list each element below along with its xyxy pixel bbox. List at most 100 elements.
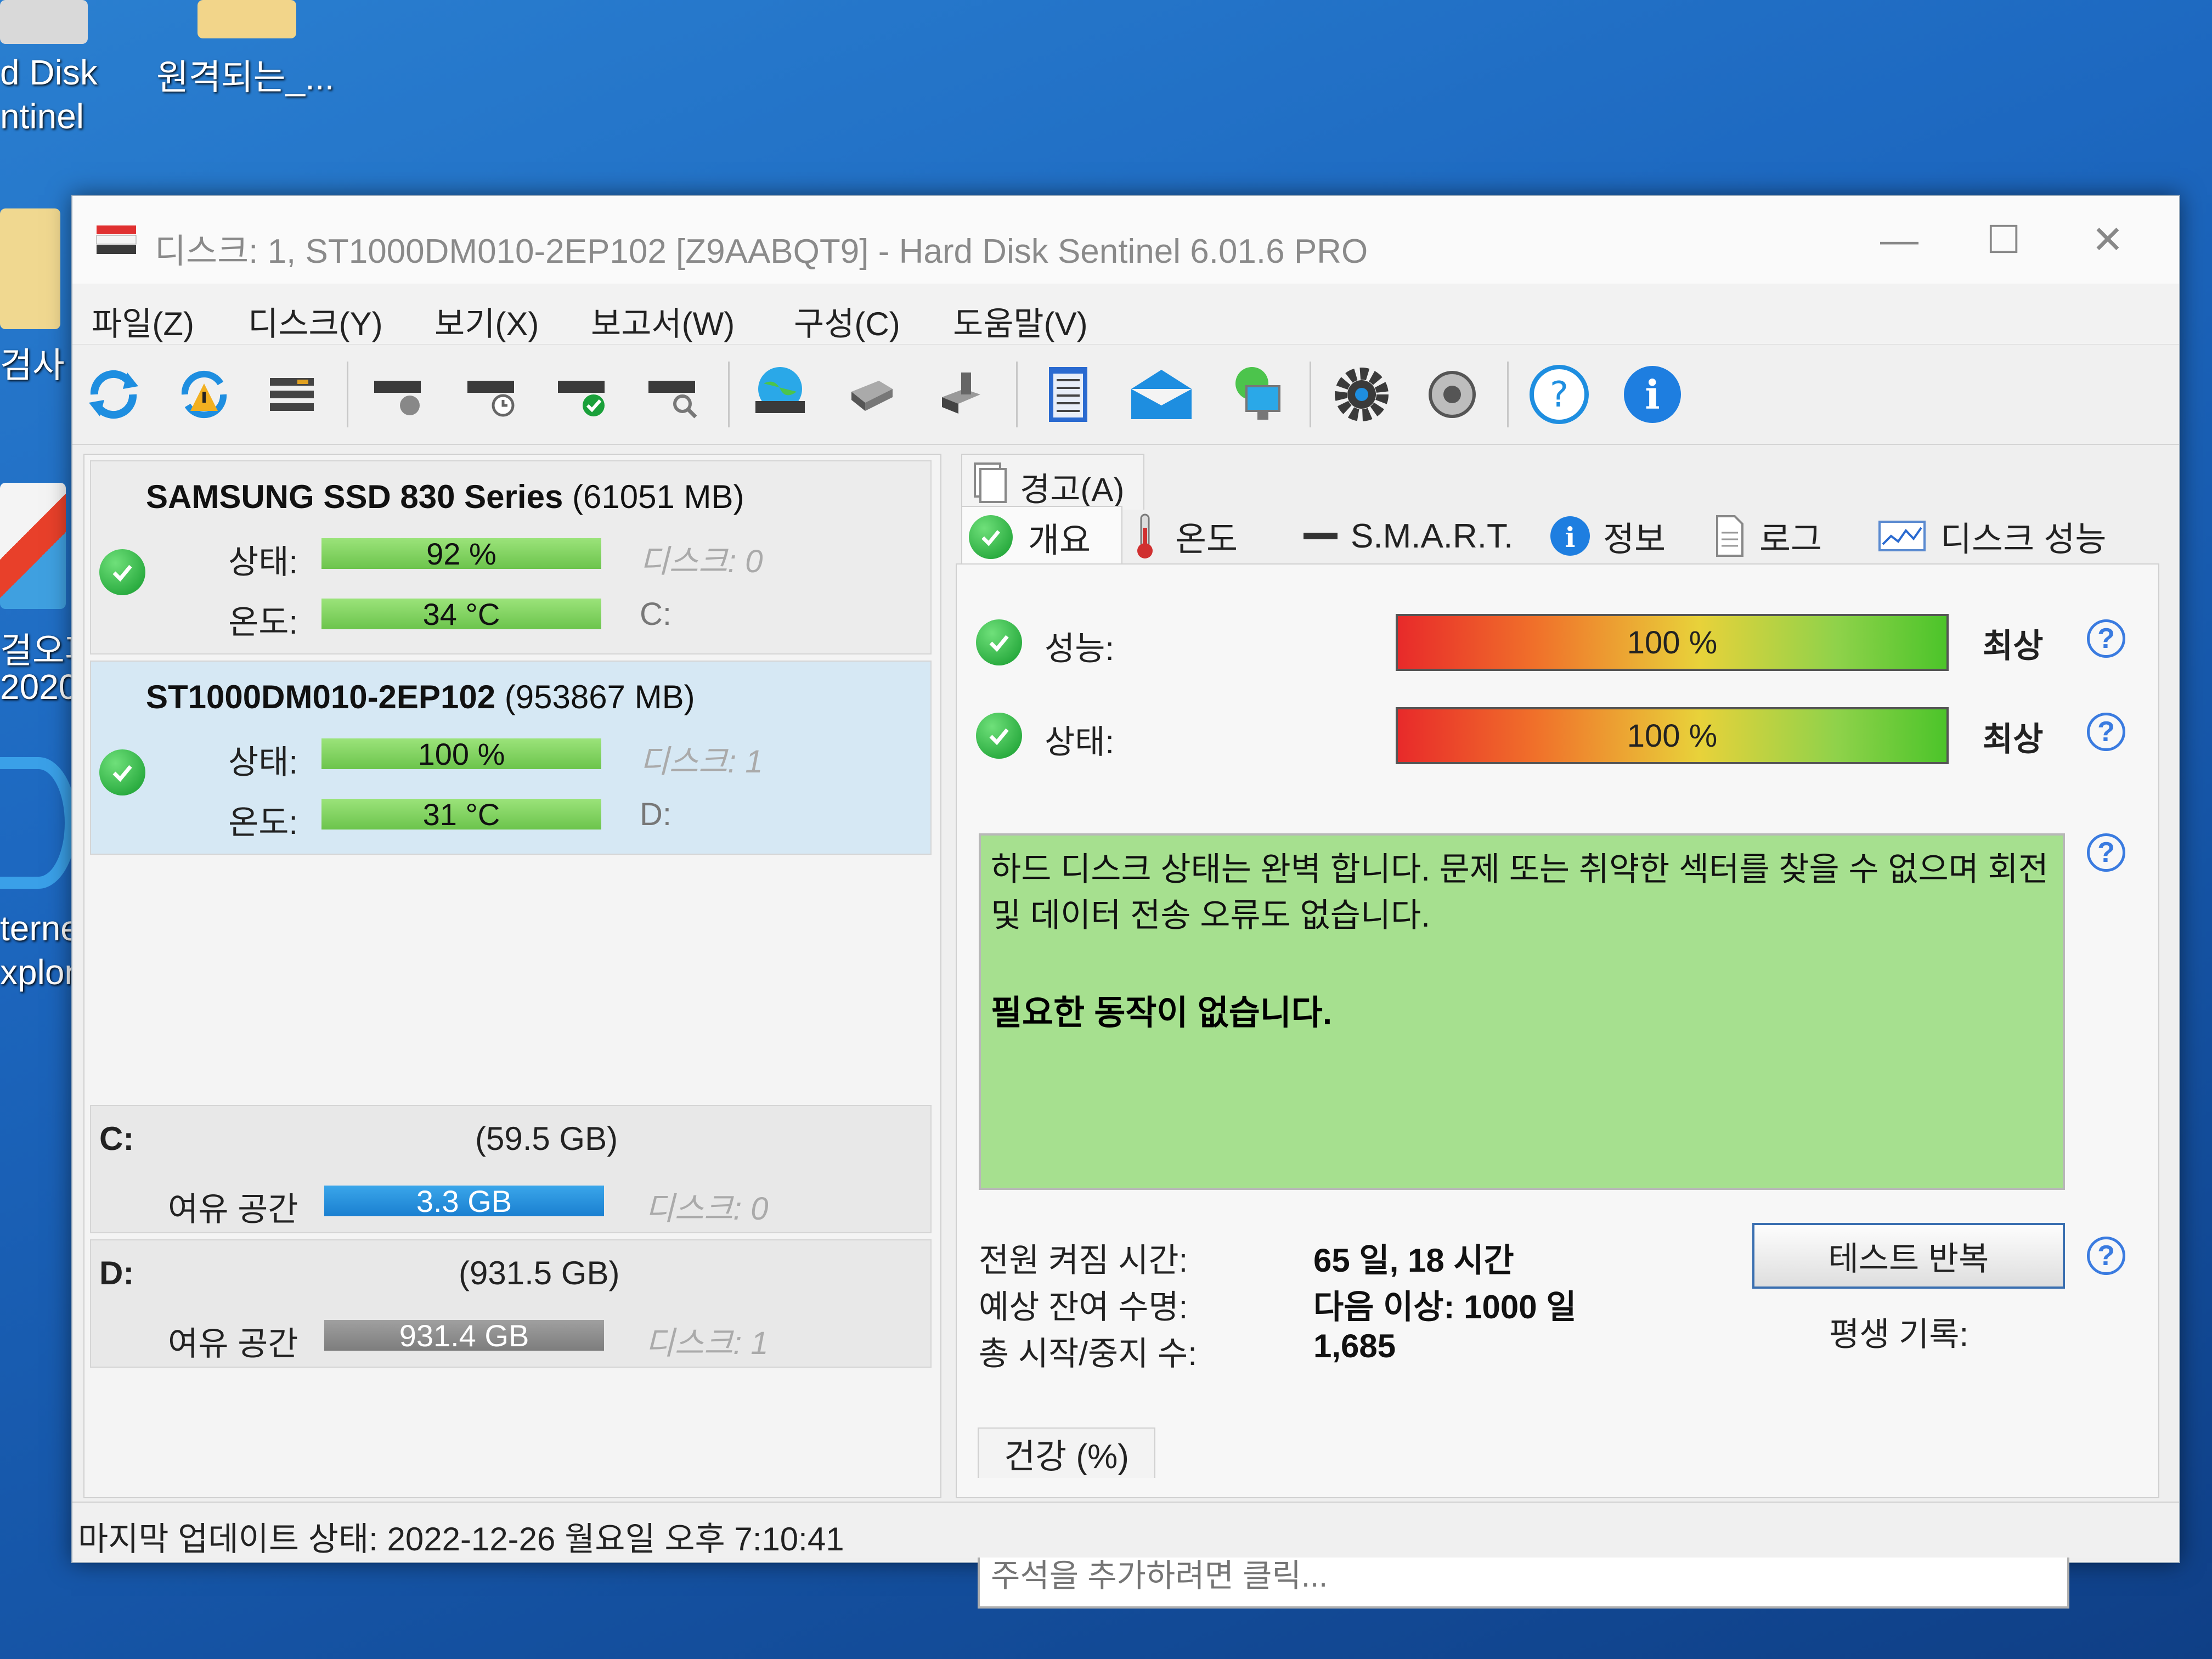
free-space-bar: 3.3 GB [324,1184,604,1218]
maximize-button[interactable]: ☐ [1954,207,2053,273]
sound-button[interactable] [1417,362,1488,427]
gear-icon [1335,368,1389,421]
warning-document-icon [974,462,1007,503]
disk-wrench-icon [374,381,421,415]
svg-text:?: ? [1550,375,1568,415]
desktop-icon-hds-label-2[interactable]: ntinel [0,96,84,137]
internet-explorer-icon[interactable] [0,757,77,889]
disk-size: (61051 MB) [572,478,744,515]
volume-letter: D: [99,1255,134,1291]
disk-card-1[interactable]: ST1000DM010-2EP102 (953867 MB) 상태: 100 %… [90,661,932,855]
tab-health-chart[interactable]: 건강 (%) [978,1427,1155,1478]
app-logo-icon [96,225,137,254]
menu-view[interactable]: 보기(X) [435,297,539,345]
desktop-icon-office-image[interactable] [0,483,66,609]
menu-report[interactable]: 보고서(W) [591,297,735,345]
email-report-button[interactable] [1126,362,1197,427]
desktop-icon-folder2-image[interactable] [0,208,60,329]
last-update-text: 마지막 업데이트 상태: 2022-12-26 월요일 오후 7:10:41 [78,1521,844,1558]
health-rating: 최상 [1983,721,2044,758]
close-button[interactable]: ✕ [2058,207,2157,273]
refresh-alert-button[interactable] [168,362,240,427]
tab-health-chart-label: 건강 (%) [1004,1438,1129,1476]
tab-warning[interactable]: 경고(A) [961,454,1144,510]
report-notepad-icon [1049,367,1087,422]
toolbar-separator [1507,362,1509,427]
status-description: 하드 디스크 상태는 완벽 합니다. 문제 또는 취약한 섹터를 찾을 수 없으… [991,851,2049,934]
health-bar: 100 % [1396,707,1949,764]
help-button[interactable]: ? [1523,362,1595,427]
menu-config[interactable]: 구성(C) [794,297,900,345]
about-button[interactable]: i [1617,362,1688,427]
status-help-icon[interactable]: ? [2087,833,2125,872]
health-help-icon[interactable]: ? [2087,713,2125,751]
tab-performance[interactable]: 디스크 성능 [1877,506,2152,566]
title-bar[interactable]: 디스크: 1, ST1000DM010-2EP102 [Z9AABQT9] - … [72,196,2179,284]
tab-overview[interactable]: 개요 [961,506,1122,567]
info-circle-icon: i [1550,516,1590,556]
refresh-button[interactable] [78,362,149,427]
tab-log[interactable]: 로그 [1713,506,1855,566]
disk-index-tag: 디스크: 0 [645,1191,769,1227]
network-disk-button[interactable] [744,362,816,427]
desktop-icon-remote-label[interactable]: 원격되는_... [156,49,334,100]
volume-card-c[interactable]: C: (59.5 GB) 여유 공간 3.3 GB 디스크: 0 [90,1105,932,1233]
desktop-icon-hds-label-1[interactable]: d Disk [0,52,98,93]
health-label: 상태: [1045,724,1115,760]
ok-check-icon [99,549,145,595]
desktop-icon-scan-label[interactable]: 검사 [0,337,65,388]
desktop-icon-hds-image[interactable] [0,0,88,44]
temperature-label: 온도: [228,604,298,641]
drive-letter: C: [640,596,672,632]
free-space-label: 여유 공간 [168,1191,298,1228]
usb-disk-button[interactable] [835,362,906,427]
toolbar-separator [1016,362,1018,427]
disk-schedule-button[interactable] [456,362,528,427]
report-button[interactable] [1032,362,1104,427]
tab-info[interactable]: i 정보 [1548,506,1691,566]
status-bar: 92 % [321,537,601,571]
volume-card-d[interactable]: D: (931.5 GB) 여유 공간 931.4 GB 디스크: 1 [90,1239,932,1368]
menu-disk[interactable]: 디스크(Y) [248,297,383,345]
desktop-icon-ie-label-1[interactable]: terne [0,908,80,949]
thermometer-icon [1137,514,1153,558]
repeat-test-button[interactable]: 테스트 반복 [1752,1223,2065,1289]
menu-file[interactable]: 파일(Z) [92,297,194,345]
disk-ok-button[interactable] [547,362,618,427]
window-title: 디스크: 1, ST1000DM010-2EP102 [Z9AABQT9] - … [155,233,1368,270]
disk-card-0[interactable]: SAMSUNG SSD 830 Series (61051 MB) 상태: 92… [90,460,932,654]
disk-list-button[interactable] [256,362,328,427]
network-report-button[interactable] [1219,362,1290,427]
desktop-icon-folder-image[interactable] [198,0,296,38]
test-help-icon[interactable]: ? [2087,1237,2125,1275]
disk-index-tag: 디스크: 0 [640,544,763,579]
external-disk-button[interactable] [926,362,997,427]
menu-help[interactable]: 도움말(V) [953,297,1088,345]
tab-smart[interactable]: S.M.A.R.T. [1301,506,1526,566]
desktop-icon-office-label-2[interactable]: 2020 [0,667,78,707]
disk-index-tag: 디스크: 1 [640,744,763,780]
temperature-bar: 34 °C [321,597,601,631]
globe-disk-icon [755,367,805,413]
power-on-value: 65 일, 18 시간 [1313,1242,1514,1279]
globe-monitor-icon [1235,367,1280,420]
disk-search-button[interactable] [637,362,709,427]
settings-button[interactable] [1326,362,1397,427]
performance-help-icon[interactable]: ? [2087,619,2125,658]
start-stop-value: 1,685 [1313,1328,1396,1364]
disk-test-button[interactable] [363,362,435,427]
disk-model: ST1000DM010-2EP102 [146,679,496,715]
disk-clock-icon [467,381,515,417]
overview-check-icon [969,515,1013,559]
performance-graph-icon [1878,521,1926,551]
toolbar: ? i [72,345,2179,445]
performance-label: 성능: [1045,630,1115,667]
minimize-button[interactable]: — [1850,207,1949,273]
disk-name: SAMSUNG SSD 830 Series (61051 MB) [146,478,744,516]
question-mark-icon: ? [1530,365,1589,424]
volume-size: (931.5 GB) [459,1255,620,1291]
tab-temperature[interactable]: 온도 [1131,506,1274,566]
usb-disk-icon [851,381,893,411]
svg-text:i: i [1565,521,1576,554]
overview-panel: 성능: 100 % 최상 ? 상태: 100 % 최상 ? 하드 디스크 상태는… [956,563,2159,1498]
